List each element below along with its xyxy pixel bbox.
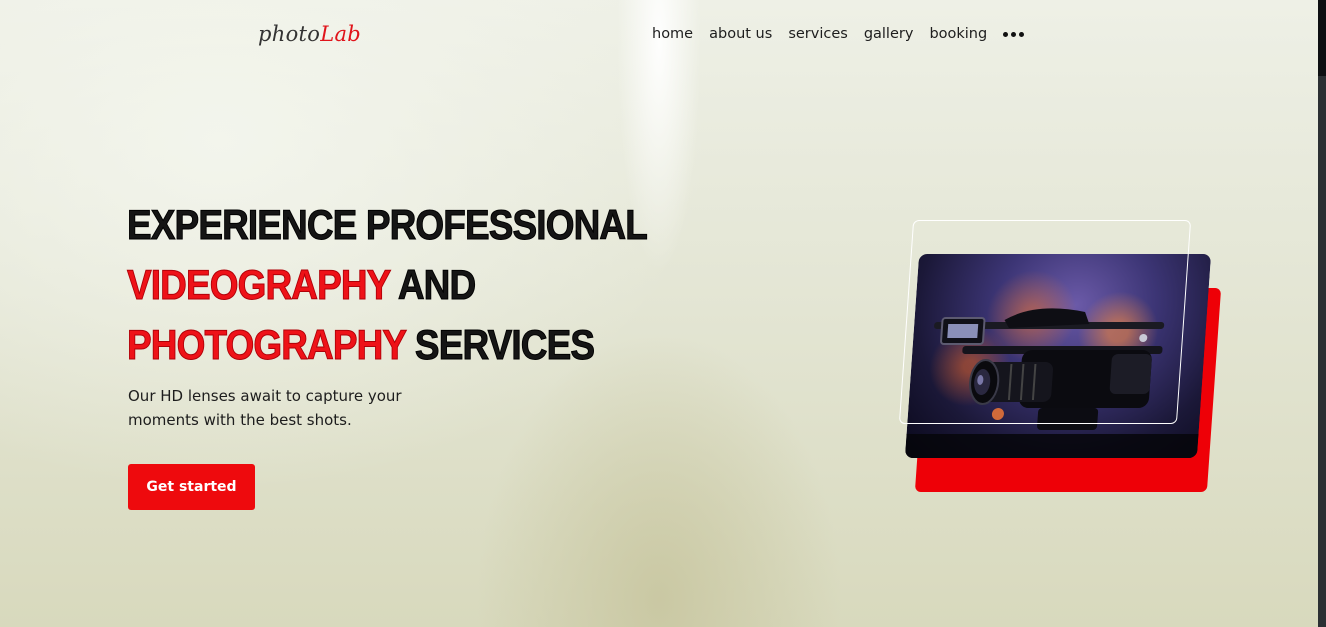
decorative-frame xyxy=(898,220,1192,424)
scrollbar-track[interactable] xyxy=(1318,0,1326,627)
scrollbar-thumb-top xyxy=(1318,0,1326,76)
logo-text-photo: photo xyxy=(258,22,321,46)
main-nav: home about us services gallery booking xyxy=(652,26,1025,42)
headline-photography: PHOTOGRAPHY xyxy=(127,321,407,369)
logo-text-lab: Lab xyxy=(320,22,362,46)
hero-headline: EXPERIENCE PROFESSIONAL VIDEOGRAPHY AND … xyxy=(127,195,649,375)
page: photoLab home about us services gallery … xyxy=(0,0,1326,627)
nav-item-about-us[interactable]: about us xyxy=(709,26,772,42)
headline-line-2: VIDEOGRAPHY AND xyxy=(127,255,647,315)
scrollbar-thumb[interactable] xyxy=(1318,0,1326,627)
headline-services: SERVICES xyxy=(414,321,595,369)
nav-item-services[interactable]: services xyxy=(788,26,848,42)
headline-line-1: EXPERIENCE PROFESSIONAL xyxy=(127,201,649,249)
nav-item-booking[interactable]: booking xyxy=(929,26,987,42)
headline-and: AND xyxy=(397,261,476,309)
headline-videography: VIDEOGRAPHY xyxy=(127,261,392,309)
logo[interactable]: photoLab xyxy=(258,22,361,46)
get-started-button[interactable]: Get started xyxy=(128,464,255,510)
ellipsis-icon[interactable] xyxy=(1003,28,1025,41)
headline-line-3: PHOTOGRAPHY SERVICES xyxy=(127,315,647,375)
nav-item-home[interactable]: home xyxy=(652,26,693,42)
hero-subtitle: Our HD lenses await to capture your mome… xyxy=(128,387,402,429)
nav-item-gallery[interactable]: gallery xyxy=(864,26,914,42)
